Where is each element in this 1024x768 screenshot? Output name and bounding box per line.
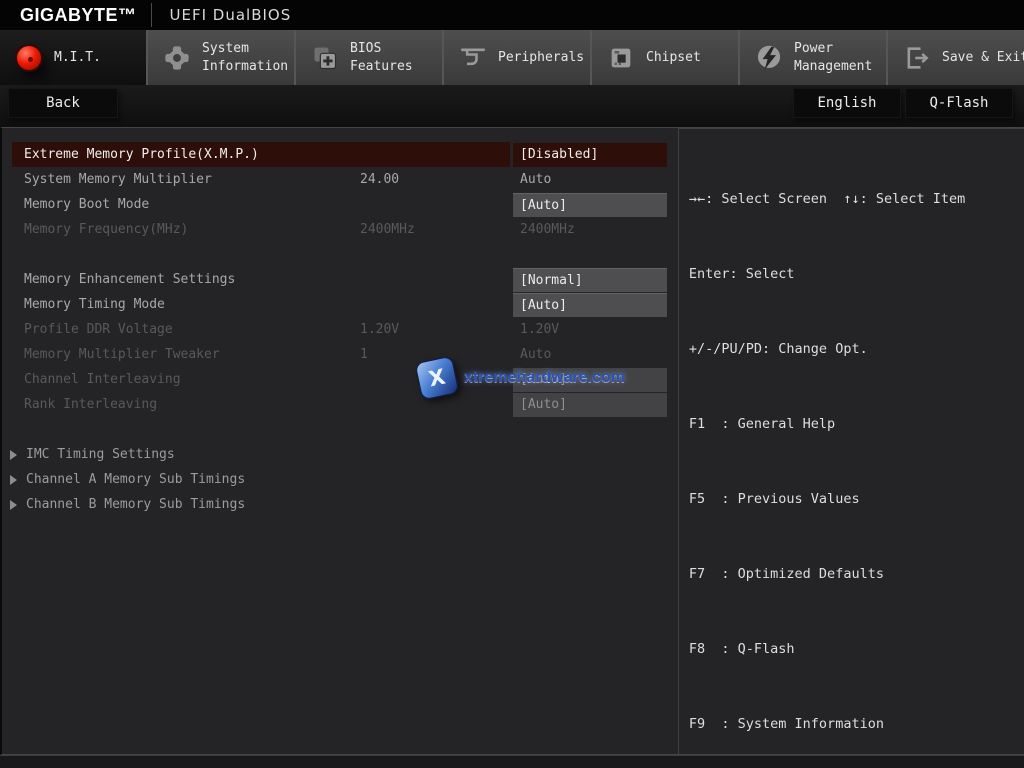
setting-label: Extreme Memory Profile(X.M.P.) [12, 142, 360, 167]
setting-row-xmp[interactable]: Extreme Memory Profile(X.M.P.) [Disabled… [12, 142, 670, 167]
setting-mid-value: 1.20V [360, 317, 510, 342]
setting-value: 2400MHz [513, 218, 667, 242]
key-legend-line: F7 : Optimized Defaults [689, 562, 1014, 587]
setting-mid-value [360, 292, 510, 317]
key-legend-line: +/-/PU/PD: Change Opt. [689, 337, 1014, 362]
setting-value[interactable]: [Normal] [513, 268, 667, 292]
tab-peripherals[interactable]: Peripherals [442, 30, 590, 85]
setting-label: System Memory Multiplier [12, 167, 360, 192]
setting-label: Rank Interleaving [12, 392, 360, 417]
qflash-button[interactable]: Q-Flash [905, 88, 1013, 118]
setting-label: Profile DDR Voltage [12, 317, 360, 342]
setting-label: Memory Frequency(MHz) [12, 217, 360, 242]
key-legend-line: F9 : System Information [689, 712, 1014, 737]
gear-icon [162, 43, 192, 73]
setting-mid-value [360, 267, 510, 292]
submenu-label: Channel A Memory Sub Timings [26, 472, 245, 487]
power-lightning-icon [754, 43, 784, 73]
submenu-triangle-icon [10, 475, 17, 485]
setting-row-memory-boot-mode[interactable]: Memory Boot Mode [Auto] [12, 192, 670, 217]
tab-label: M.I.T. [54, 49, 146, 67]
submenu-label: IMC Timing Settings [26, 447, 175, 462]
tab-label: Chipset [646, 49, 738, 67]
setting-label: Memory Timing Mode [12, 292, 360, 317]
setting-mid-value: 24.00 [360, 167, 510, 192]
tab-save-exit[interactable]: Save & Exit [886, 30, 1024, 85]
setting-label: Memory Enhancement Settings [12, 267, 360, 292]
tab-mit[interactable]: M.I.T. [0, 30, 146, 85]
setting-label: Memory Multiplier Tweaker [12, 342, 360, 367]
setting-value: 1.20V [513, 318, 667, 342]
setting-label: Memory Boot Mode [12, 192, 360, 217]
key-legend-line: F8 : Q-Flash [689, 637, 1014, 662]
submenu-triangle-icon [10, 450, 17, 460]
setting-label: Channel Interleaving [12, 367, 360, 392]
setting-row-memory-enhancement[interactable]: Memory Enhancement Settings [Normal] [12, 267, 670, 292]
tab-system-information[interactable]: System Information [146, 30, 294, 85]
submenu-channel-b-timings[interactable]: Channel B Memory Sub Timings [10, 492, 678, 517]
key-legend-line: →←: Select Screen ↑↓: Select Item [689, 187, 1014, 212]
setting-value[interactable]: [Auto] [513, 293, 667, 317]
firmware-title: UEFI DualBIOS [170, 6, 292, 24]
watermark: X xtremehardware.com [418, 359, 625, 397]
gigabyte-logo: GIGABYTE™ [20, 5, 137, 26]
setting-row-memory-frequency: Memory Frequency(MHz) 2400MHz 2400MHz [12, 217, 670, 242]
submenu-channel-a-timings[interactable]: Channel A Memory Sub Timings [10, 467, 678, 492]
submenu-triangle-icon [10, 500, 17, 510]
setting-value[interactable]: [Disabled] [513, 143, 667, 167]
tab-power-management[interactable]: Power Management [738, 30, 886, 85]
setting-value[interactable]: [Auto] [513, 193, 667, 217]
submenu-imc-timing[interactable]: IMC Timing Settings [10, 442, 678, 467]
tab-label: BIOS Features [350, 40, 442, 75]
setting-row-profile-ddr-voltage: Profile DDR Voltage 1.20V 1.20V [12, 317, 670, 342]
back-button[interactable]: Back [8, 88, 118, 118]
setting-mid-value [360, 192, 510, 217]
row-gap [2, 242, 678, 267]
submenu-label: Channel B Memory Sub Timings [26, 497, 245, 512]
setting-mid-value [360, 142, 510, 167]
setting-row-memory-timing-mode[interactable]: Memory Timing Mode [Auto] [12, 292, 670, 317]
setting-mid-value: 2400MHz [360, 217, 510, 242]
tab-bios-features[interactable]: BIOS Features [294, 30, 442, 85]
peripherals-plug-icon [458, 43, 488, 73]
row-gap [2, 417, 678, 442]
mit-red-dot-icon [14, 43, 44, 73]
watermark-text: xtremehardware.com [464, 369, 625, 387]
tab-label: Save & Exit [942, 49, 1024, 67]
key-legend-line: F1 : General Help [689, 412, 1014, 437]
language-button[interactable]: English [793, 88, 901, 118]
tab-label: Peripherals [498, 49, 590, 67]
watermark-x-icon: X [414, 355, 459, 400]
tab-label: System Information [202, 40, 294, 75]
brand-separator [151, 3, 152, 27]
setting-row-memory-multiplier[interactable]: System Memory Multiplier 24.00 Auto [12, 167, 670, 192]
key-legend-line: F5 : Previous Values [689, 487, 1014, 512]
sub-toolbar: Back English Q-Flash [0, 85, 1024, 127]
setting-value[interactable]: Auto [513, 168, 667, 192]
content-area: Extreme Memory Profile(X.M.P.) [Disabled… [0, 127, 1024, 755]
help-panel: →←: Select Screen ↑↓: Select Item Enter:… [679, 128, 1024, 754]
tab-chipset[interactable]: Chipset [590, 30, 738, 85]
settings-panel: Extreme Memory Profile(X.M.P.) [Disabled… [2, 128, 679, 754]
bios-features-icon [310, 43, 340, 73]
tab-bar: M.I.T. System Information BIOS Features [0, 30, 1024, 85]
tab-label: Power Management [794, 40, 886, 75]
save-exit-door-icon [902, 43, 932, 73]
key-legend-line: Enter: Select [689, 262, 1014, 287]
chipset-chip-icon [606, 43, 636, 73]
key-legend: →←: Select Screen ↑↓: Select Item Enter:… [679, 129, 1024, 768]
top-brand-bar: GIGABYTE™ UEFI DualBIOS [0, 0, 1024, 30]
